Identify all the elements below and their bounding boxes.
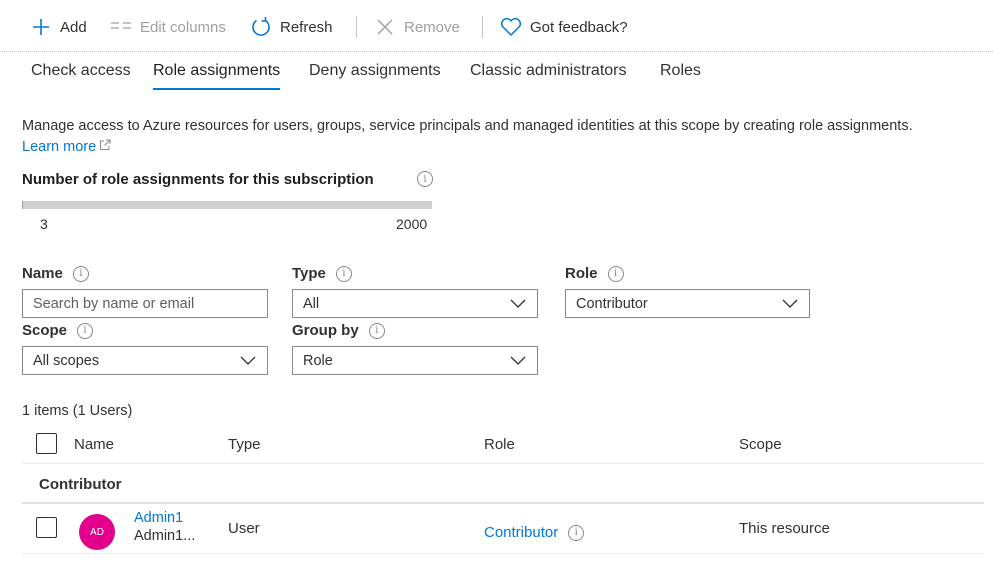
columns-icon bbox=[110, 16, 132, 38]
chevron-down-icon bbox=[509, 295, 527, 313]
learn-more-link[interactable]: Learn more bbox=[22, 139, 111, 155]
toolbar-divider bbox=[356, 16, 357, 38]
info-icon[interactable]: i bbox=[417, 171, 433, 187]
refresh-label: Refresh bbox=[280, 18, 333, 36]
search-input[interactable] bbox=[22, 289, 268, 318]
heart-icon bbox=[500, 16, 522, 38]
info-icon[interactable]: i bbox=[607, 265, 624, 282]
role-filter-label: Role i bbox=[565, 265, 624, 282]
add-label: Add bbox=[60, 18, 87, 36]
edit-columns-label: Edit columns bbox=[140, 18, 226, 36]
chevron-down-icon bbox=[781, 295, 799, 313]
scope-cell: This resource bbox=[739, 520, 830, 537]
assignment-count-current: 3 bbox=[40, 216, 48, 232]
column-header-scope[interactable]: Scope bbox=[739, 436, 782, 453]
assignment-count-fill bbox=[22, 201, 23, 209]
group-by-label-text: Group by bbox=[292, 322, 359, 339]
command-bar: Add Edit columns Refresh Remove Got feed… bbox=[0, 0, 993, 52]
group-label: Contributor bbox=[39, 476, 122, 493]
avatar: AD bbox=[79, 514, 115, 550]
feedback-label: Got feedback? bbox=[530, 18, 628, 36]
scope-filter-label-text: Scope bbox=[22, 322, 68, 339]
scope-filter-label: Scope i bbox=[22, 322, 94, 339]
tab-check-access[interactable]: Check access bbox=[31, 62, 131, 90]
info-icon[interactable]: i bbox=[72, 265, 89, 282]
toolbar-divider bbox=[482, 16, 483, 38]
column-header-type[interactable]: Type bbox=[228, 436, 261, 453]
feedback-button[interactable]: Got feedback? bbox=[500, 14, 628, 40]
assignment-count-bar bbox=[22, 201, 432, 209]
refresh-icon bbox=[250, 16, 272, 38]
chevron-down-icon bbox=[509, 352, 527, 370]
type-dropdown[interactable]: All bbox=[292, 289, 538, 318]
info-icon[interactable]: i bbox=[568, 524, 585, 541]
assignment-count-max: 2000 bbox=[396, 216, 428, 232]
role-dropdown-value: Contributor bbox=[576, 295, 648, 312]
tab-bar: Check access Role assignments Deny assig… bbox=[0, 52, 993, 96]
select-all-checkbox[interactable] bbox=[36, 433, 57, 454]
type-dropdown-value: All bbox=[303, 295, 320, 312]
page-description: Manage access to Azure resources for use… bbox=[22, 118, 913, 134]
items-count: 1 items (1 Users) bbox=[22, 403, 133, 419]
add-button[interactable]: Add bbox=[30, 14, 87, 40]
type-filter-label: Type i bbox=[292, 265, 352, 282]
avatar-initials: AD bbox=[90, 526, 104, 538]
tab-classic-administrators[interactable]: Classic administrators bbox=[470, 62, 626, 90]
learn-more-label: Learn more bbox=[22, 139, 97, 155]
info-icon[interactable]: i bbox=[368, 322, 385, 339]
assignment-count-title: Number of role assignments for this subs… bbox=[22, 171, 374, 188]
column-header-role[interactable]: Role bbox=[484, 436, 515, 453]
chevron-down-icon bbox=[239, 352, 257, 370]
remove-label: Remove bbox=[404, 18, 460, 36]
column-header-name[interactable]: Name bbox=[74, 436, 114, 453]
group-by-dropdown[interactable]: Role bbox=[292, 346, 538, 375]
role-filter-label-text: Role bbox=[565, 265, 598, 282]
info-icon[interactable]: i bbox=[77, 322, 94, 339]
info-icon[interactable]: i bbox=[335, 265, 352, 282]
scope-dropdown[interactable]: All scopes bbox=[22, 346, 268, 375]
name-filter-label: Name i bbox=[22, 265, 89, 282]
table-header: Name Type Role Scope bbox=[22, 426, 984, 464]
external-link-icon bbox=[99, 139, 111, 155]
user-secondary-text: Admin1... bbox=[134, 528, 196, 544]
type-cell: User bbox=[228, 520, 260, 537]
type-filter-label-text: Type bbox=[292, 265, 326, 282]
table-row[interactable]: AD Admin1 Admin1... User Contributor i T… bbox=[22, 504, 984, 554]
group-by-dropdown-value: Role bbox=[303, 352, 333, 369]
group-header-row[interactable]: Contributor bbox=[22, 464, 984, 504]
user-name-link[interactable]: Admin1 bbox=[134, 510, 183, 526]
role-dropdown[interactable]: Contributor bbox=[565, 289, 810, 318]
role-link[interactable]: Contributor bbox=[484, 524, 558, 541]
refresh-button[interactable]: Refresh bbox=[250, 14, 333, 40]
tab-role-assignments[interactable]: Role assignments bbox=[153, 62, 281, 90]
tab-deny-assignments[interactable]: Deny assignments bbox=[309, 62, 441, 90]
row-checkbox[interactable] bbox=[36, 517, 57, 538]
role-cell[interactable]: Contributor i bbox=[484, 524, 585, 541]
remove-button[interactable]: Remove bbox=[374, 14, 460, 40]
name-filter-label-text: Name bbox=[22, 265, 63, 282]
close-icon bbox=[374, 16, 396, 38]
tab-roles[interactable]: Roles bbox=[660, 62, 701, 90]
plus-icon bbox=[30, 16, 52, 38]
scope-dropdown-value: All scopes bbox=[33, 352, 100, 369]
edit-columns-button[interactable]: Edit columns bbox=[110, 14, 226, 40]
group-by-label: Group by i bbox=[292, 322, 385, 339]
